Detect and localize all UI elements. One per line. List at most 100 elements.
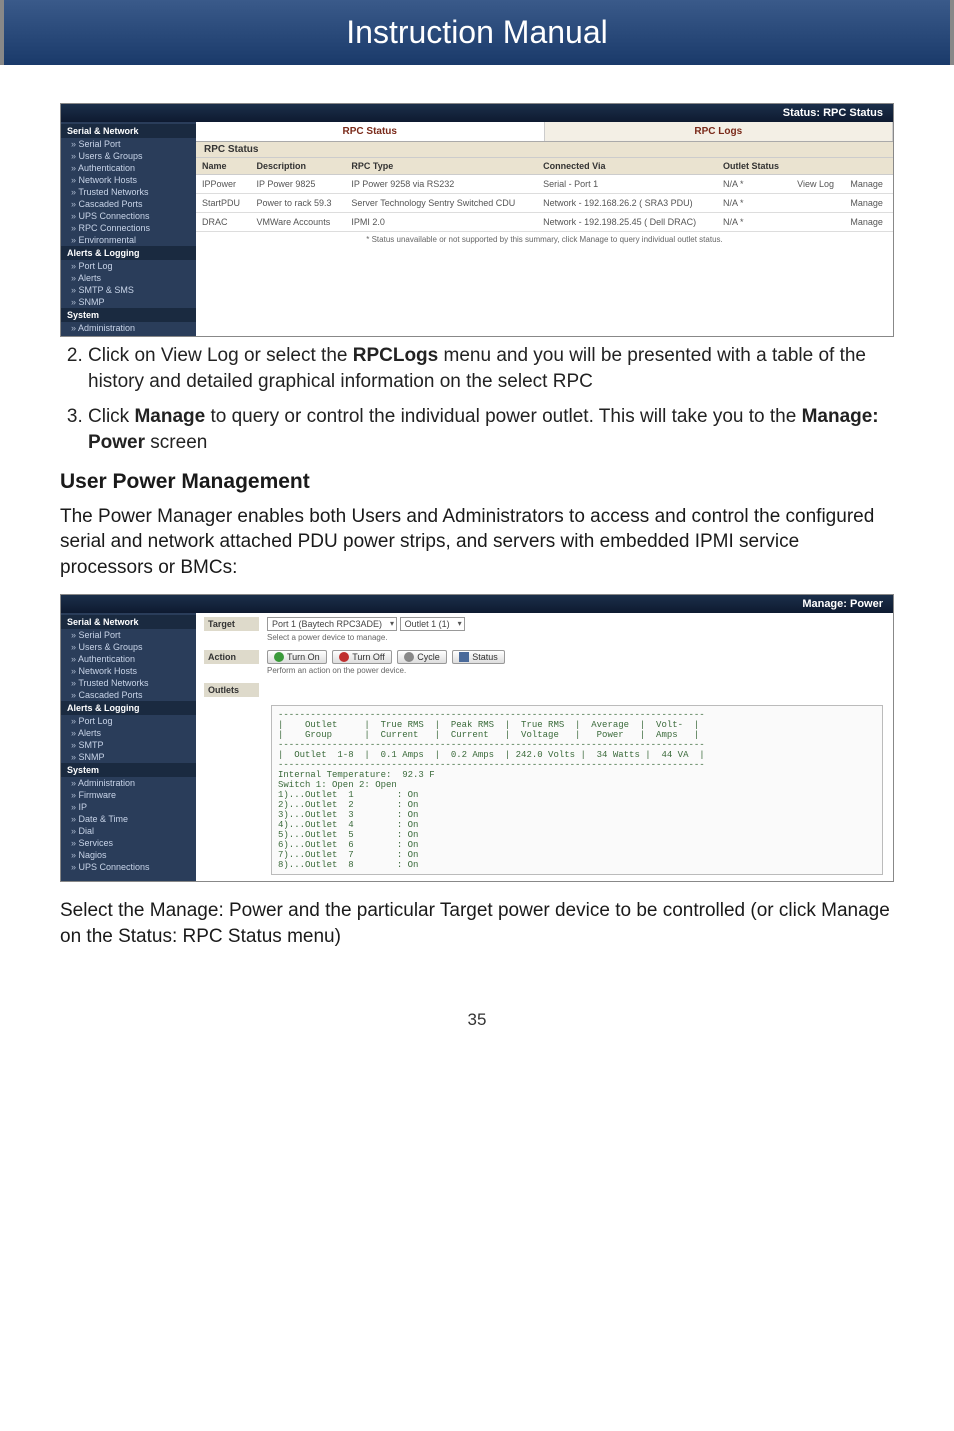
sidebar-item[interactable]: Port Log (61, 715, 196, 727)
target-subtext: Select a power device to manage. (267, 633, 465, 642)
sidebar-item[interactable]: SMTP & SMS (61, 284, 196, 296)
step-2: Click on View Log or select the RPCLogs … (88, 343, 894, 394)
step-text: to query or control the individual power… (205, 406, 801, 427)
sidebar-item[interactable]: Trusted Networks (61, 677, 196, 689)
sidebar-item[interactable]: Date & Time (61, 813, 196, 825)
col-manage (844, 158, 893, 175)
sidebar-item[interactable]: Serial Port (61, 138, 196, 150)
sidebar-group-alerts: Alerts & Logging (61, 701, 196, 715)
table-row: DRAC VMWare Accounts IPMI 2.0 Network - … (196, 213, 893, 232)
manage-link[interactable]: Manage (844, 175, 893, 194)
sidebar-item[interactable]: Network Hosts (61, 174, 196, 186)
screenshot-manage-power: Manage: Power Serial & Network Serial Po… (60, 594, 894, 882)
sidebar-item[interactable]: IP (61, 801, 196, 813)
sidebar-item[interactable]: Network Hosts (61, 665, 196, 677)
sidebar-item[interactable]: Trusted Networks (61, 186, 196, 198)
btn-label: Status (472, 652, 498, 662)
page-number: 35 (60, 1010, 894, 1030)
sidebar-item[interactable]: Environmental (61, 234, 196, 246)
col-type: RPC Type (345, 158, 537, 175)
cell-desc: Power to rack 59.3 (251, 194, 346, 213)
outlets-row: Outlets (196, 679, 893, 701)
power-off-icon (339, 652, 349, 662)
sidebar-group-serial: Serial & Network (61, 615, 196, 629)
cell-name: IPPower (196, 175, 251, 194)
target-label: Target (204, 617, 259, 631)
sidebar-item[interactable]: SNMP (61, 751, 196, 763)
sidebar-item[interactable]: Cascaded Ports (61, 689, 196, 701)
sidebar-item[interactable]: SNMP (61, 296, 196, 308)
sidebar-item[interactable]: Authentication (61, 162, 196, 174)
instruction-steps: Click on View Log or select the RPCLogs … (88, 343, 894, 456)
section-subhead: RPC Status (196, 142, 893, 158)
step-bold: Manage (134, 406, 205, 427)
btn-label: Turn On (287, 652, 320, 662)
sidebar-item[interactable]: Administration (61, 777, 196, 789)
body-paragraph: The Power Manager enables both Users and… (60, 504, 894, 581)
btn-label: Turn Off (352, 652, 385, 662)
sidebar-item[interactable]: Alerts (61, 272, 196, 284)
sidebar-item[interactable]: Firmware (61, 789, 196, 801)
cell-conn: Serial - Port 1 (537, 175, 717, 194)
col-name: Name (196, 158, 251, 175)
target-device-dropdown[interactable]: Port 1 (Baytech RPC3ADE) (267, 617, 397, 631)
cycle-button[interactable]: Cycle (397, 650, 447, 664)
body-paragraph: Select the Manage: Power and the particu… (60, 898, 894, 949)
sidebar-item[interactable]: Users & Groups (61, 150, 196, 162)
sidebar-item[interactable]: UPS Connections (61, 210, 196, 222)
step-text: Click on View Log or select the (88, 345, 353, 366)
sidebar-group-system: System (61, 308, 196, 322)
sidebar-item[interactable]: Nagios (61, 849, 196, 861)
section-heading: User Power Management (60, 470, 894, 494)
table-row: StartPDU Power to rack 59.3 Server Techn… (196, 194, 893, 213)
sidebar: Serial & Network Serial Port Users & Gro… (61, 122, 196, 336)
content-pane: Target Port 1 (Baytech RPC3ADE) Outlet 1… (196, 613, 893, 881)
cell-desc: VMWare Accounts (251, 213, 346, 232)
sidebar-item[interactable]: Serial Port (61, 629, 196, 641)
cell-out: N/A * (717, 175, 791, 194)
col-desc: Description (251, 158, 346, 175)
cell-conn: Network - 192.168.26.2 ( SRA3 PDU) (537, 194, 717, 213)
cell-type: Server Technology Sentry Switched CDU (345, 194, 537, 213)
status-button[interactable]: Status (452, 650, 505, 664)
sidebar-group-alerts: Alerts & Logging (61, 246, 196, 260)
sidebar-item[interactable]: Alerts (61, 727, 196, 739)
status-titlebar: Status: RPC Status (61, 104, 893, 122)
sidebar-item[interactable]: Services (61, 837, 196, 849)
turn-on-button[interactable]: Turn On (267, 650, 327, 664)
view-log-link[interactable]: View Log (791, 175, 844, 194)
turn-off-button[interactable]: Turn Off (332, 650, 392, 664)
sidebar-item[interactable]: Port Log (61, 260, 196, 272)
cell-name: StartPDU (196, 194, 251, 213)
tab-rpc-logs[interactable]: RPC Logs (545, 122, 894, 141)
cell-out: N/A * (717, 194, 791, 213)
target-row: Target Port 1 (Baytech RPC3ADE) Outlet 1… (196, 613, 893, 646)
sidebar-item[interactable]: Cascaded Ports (61, 198, 196, 210)
manage-link[interactable]: Manage (844, 213, 893, 232)
manage-link[interactable]: Manage (844, 194, 893, 213)
btn-label: Cycle (417, 652, 440, 662)
sidebar-item[interactable]: Dial (61, 825, 196, 837)
sidebar-group-serial: Serial & Network (61, 124, 196, 138)
outlets-label: Outlets (204, 683, 259, 697)
sidebar-item[interactable]: SMTP (61, 739, 196, 751)
target-outlet-dropdown[interactable]: Outlet 1 (1) (400, 617, 465, 631)
sidebar-item[interactable]: Authentication (61, 653, 196, 665)
sidebar-item[interactable]: UPS Connections (61, 861, 196, 873)
sidebar-group-system: System (61, 763, 196, 777)
page-header: Instruction Manual (0, 0, 954, 65)
table-row: IPPower IP Power 9825 IP Power 9258 via … (196, 175, 893, 194)
sidebar-item[interactable]: Administration (61, 322, 196, 334)
cell-conn: Network - 192.198.25.45 ( Dell DRAC) (537, 213, 717, 232)
sidebar: Serial & Network Serial Port Users & Gro… (61, 613, 196, 881)
page-body: Status: RPC Status Serial & Network Seri… (0, 83, 954, 1070)
col-conn: Connected Via (537, 158, 717, 175)
step-text: Click (88, 406, 134, 427)
sidebar-item[interactable]: Users & Groups (61, 641, 196, 653)
power-on-icon (274, 652, 284, 662)
step-text: screen (145, 432, 207, 453)
cell-out: N/A * (717, 213, 791, 232)
sidebar-item[interactable]: RPC Connections (61, 222, 196, 234)
action-row: Action Turn On Turn Off Cycle Status Per… (196, 646, 893, 679)
tab-rpc-status[interactable]: RPC Status (196, 122, 545, 141)
